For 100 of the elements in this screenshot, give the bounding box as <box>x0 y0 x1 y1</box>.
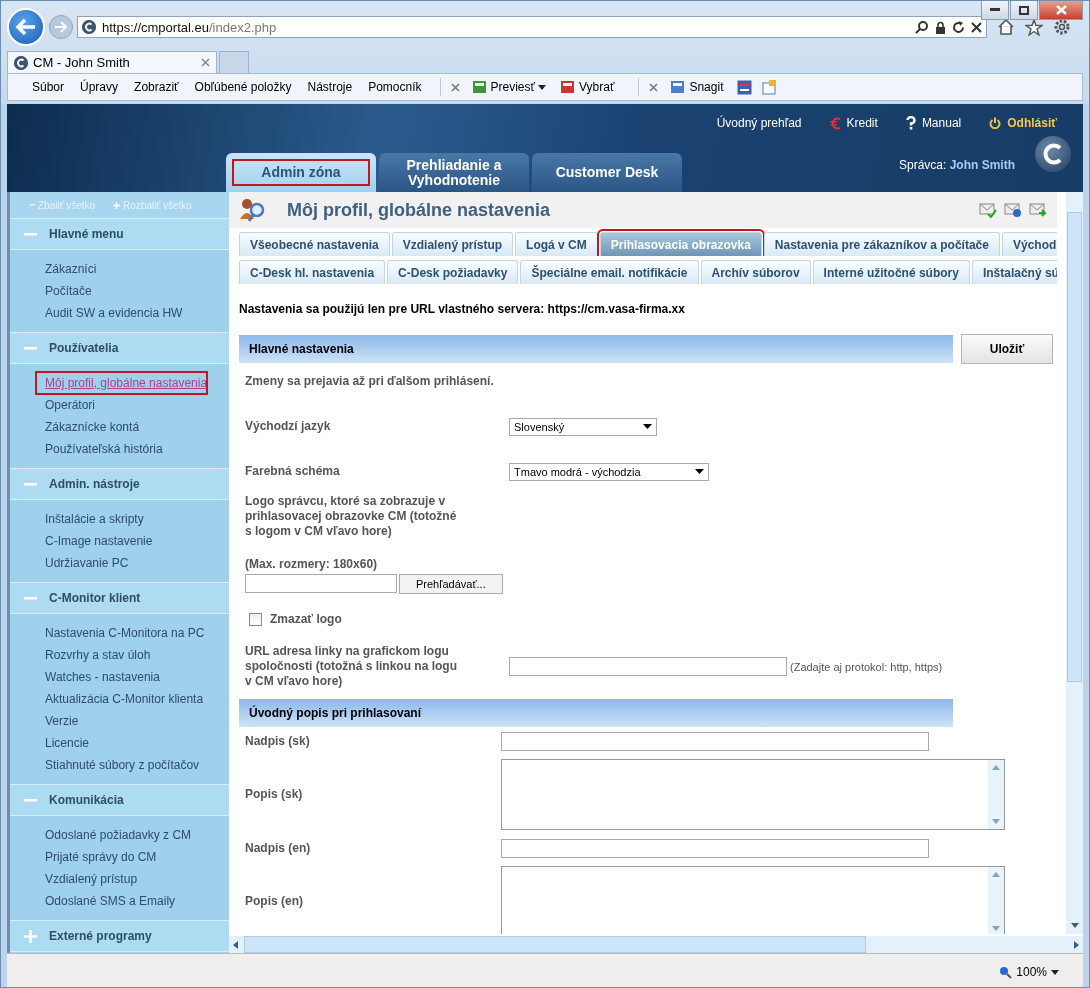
toolbar-button[interactable]: Vybrať <box>560 79 615 95</box>
star-icon[interactable] <box>1025 18 1043 36</box>
save-button[interactable]: Uložiť <box>961 334 1053 364</box>
help-icon <box>905 116 916 130</box>
sidebar-item[interactable]: Aktualizácia C-Monitor klienta <box>10 688 204 710</box>
settings-tab[interactable]: C-Desk hl. nastavenia <box>239 260 386 284</box>
settings-tab[interactable]: C-Desk požiadavky <box>387 260 519 284</box>
settings-tab[interactable]: Vzdialený prístup <box>391 232 514 256</box>
text-field[interactable] <box>501 838 929 858</box>
back-button[interactable] <box>7 8 45 46</box>
sidebar-item[interactable]: Prijaté správy do CM <box>10 846 157 868</box>
sidebar-section-header[interactable]: C-Monitor klient <box>10 582 229 614</box>
field-label: Farebná schéma <box>245 464 341 479</box>
home-icon[interactable] <box>997 19 1015 35</box>
header-link[interactable]: Kredit <box>829 112 878 134</box>
sidebar-item[interactable]: Verzie <box>10 710 79 732</box>
close-icon[interactable] <box>971 21 982 33</box>
sidebar-item[interactable]: Udržiavanie PC <box>10 552 129 574</box>
menu-item[interactable]: Úpravy <box>72 80 127 94</box>
settings-tab[interactable]: Nastavenia pre zákazníkov a počítače <box>763 232 1000 256</box>
header-link[interactable]: Odhlásiť <box>989 112 1057 134</box>
sidebar-item[interactable]: Zákaznícke kontá <box>10 416 140 438</box>
forward-arrow-icon <box>54 21 68 33</box>
text-field[interactable] <box>509 657 787 676</box>
section-title: Komunikácia <box>49 793 124 807</box>
sidebar-item[interactable]: Watches - nastavenia <box>10 666 160 688</box>
menu-item[interactable]: Obľúbené položky <box>186 80 300 94</box>
scroll-up-icon[interactable] <box>992 872 1000 877</box>
text-area[interactable] <box>501 759 1005 830</box>
mail-forward-icon[interactable] <box>1029 202 1047 218</box>
sidebar-item[interactable]: Licencie <box>10 732 90 754</box>
refresh-icon[interactable] <box>952 20 965 34</box>
mail-check-icon[interactable] <box>979 202 997 218</box>
toolbar-icon[interactable] <box>737 79 753 95</box>
scroll-up-icon[interactable] <box>992 765 1000 770</box>
zoom-control[interactable]: 100% <box>999 965 1059 979</box>
sidebar-item[interactable]: Inštalácie a skripty <box>10 508 144 530</box>
main-tab[interactable]: Admin zóna <box>226 153 376 192</box>
sidebar-item[interactable]: C-Image nastavenie <box>10 530 153 552</box>
toolbar-button[interactable]: Snagit <box>670 79 724 95</box>
search-icon[interactable] <box>915 20 929 34</box>
settings-tab[interactable]: Logá v CM <box>515 232 598 256</box>
sidebar-item[interactable]: Vzdialený prístup <box>10 868 138 890</box>
file-path-field[interactable] <box>245 574 397 593</box>
settings-tab[interactable]: Interné užitočné súbory <box>812 260 970 284</box>
sidebar-section-header[interactable]: Hlavné menu <box>10 218 229 250</box>
menu-item[interactable]: Nástroje <box>299 80 361 94</box>
close-button[interactable] <box>1039 1 1083 20</box>
scroll-left-icon[interactable] <box>233 940 238 949</box>
field-label: Popis (sk) <box>245 787 304 802</box>
dropdown[interactable]: Slovenský <box>509 417 657 436</box>
minimize-button[interactable] <box>981 1 1009 20</box>
sidebar-item[interactable]: Audit SW a evidencia HW <box>10 302 183 324</box>
notice-text: Nastavenia sa použijú len pre URL vlastného servera: https://cm.vasa-firma.xx <box>239 301 686 318</box>
settings-icon[interactable] <box>1053 18 1071 36</box>
sidebar-item[interactable]: Používateľská história <box>10 438 163 460</box>
sidebar-section-header[interactable]: Externé programy <box>10 920 229 952</box>
address-bar[interactable]: https://cmportal.eu/index2.php <box>77 16 987 38</box>
sidebar-item[interactable]: Počítače <box>10 280 92 302</box>
scroll-down-icon[interactable] <box>1070 923 1079 928</box>
scroll-right-icon[interactable] <box>1074 940 1079 949</box>
sidebar-section-header[interactable]: Komunikácia <box>10 784 229 816</box>
menu-item[interactable]: Pomocník <box>360 80 430 94</box>
header-link[interactable]: Manual <box>905 112 962 134</box>
sidebar-item[interactable]: Zákazníci <box>10 258 97 280</box>
settings-tab[interactable]: Špeciálne email. notifikácie <box>520 260 699 284</box>
maximize-button[interactable] <box>1010 1 1038 20</box>
sidebar-item[interactable]: Operátori <box>10 394 96 416</box>
sidebar-section-header[interactable]: Admin. nástroje <box>10 468 229 500</box>
sidebar-item[interactable]: Rozvrhy a stav úloh <box>10 644 151 666</box>
sidebar-item[interactable]: Odoslané požiadavky z CM <box>10 824 192 846</box>
field-label: Nadpis (en) <box>245 840 312 856</box>
horizontal-scrollbar[interactable] <box>229 936 1083 953</box>
minimize-icon <box>990 8 1000 12</box>
hint-text: (Zadajte aj protokol: http, https) <box>790 660 943 673</box>
text-field[interactable] <box>501 731 929 751</box>
settings-tab[interactable]: Všeobecné nastavenia <box>239 232 390 256</box>
settings-tab[interactable]: Východ <box>1001 232 1057 256</box>
menu-item[interactable]: Súbor <box>24 80 73 94</box>
logo-icon <box>1035 136 1071 172</box>
header-link[interactable]: Úvodný prehľad <box>716 112 802 134</box>
sidebar-item[interactable]: Nastavenia C-Monitora na PC <box>10 622 205 644</box>
vertical-scrollbar[interactable] <box>1066 192 1083 934</box>
sidebar-item[interactable]: Odoslané SMS a Emaily <box>10 890 176 912</box>
forward-button[interactable] <box>49 15 73 39</box>
tab-title: CM - John Smith <box>33 55 131 70</box>
settings-tab[interactable]: Archív súborov <box>700 260 811 284</box>
main-tab[interactable]: Customer Desk <box>532 153 682 192</box>
sidebar-section-header[interactable]: Používatelia <box>10 332 229 364</box>
menu-item[interactable]: Zobraziť <box>126 80 187 94</box>
field-label: Východzí jazyk <box>245 419 332 434</box>
sidebar-item[interactable]: Stiahnuté súbory z počítačov <box>10 754 200 776</box>
dropdown[interactable]: Tmavo modrá - východzia <box>509 462 709 481</box>
checkbox[interactable] <box>249 612 262 626</box>
browse-button[interactable]: Prehľadávať... <box>399 574 503 594</box>
mail-info-icon[interactable] <box>1004 202 1022 218</box>
section-title: Admin. nástroje <box>49 477 140 491</box>
main-tab[interactable]: Prehliadanie a Vyhodnotenie <box>379 153 529 192</box>
browser-tab[interactable]: CM - John Smith <box>7 51 217 73</box>
toolbar-button[interactable]: Previesť <box>471 79 547 95</box>
